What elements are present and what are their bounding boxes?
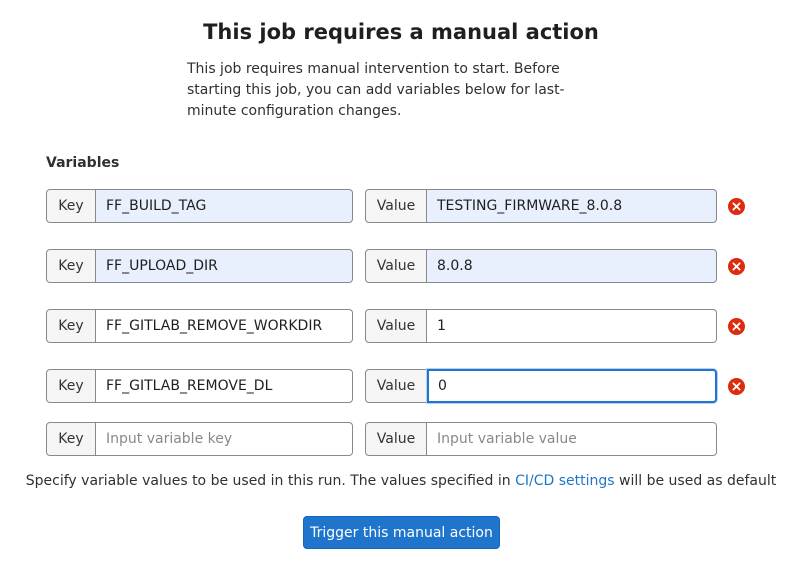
new-variable-key-input[interactable] [96, 422, 353, 456]
variable-key-input[interactable] [96, 189, 353, 223]
remove-variable-button[interactable] [728, 378, 745, 395]
key-label: Key [46, 249, 96, 283]
key-input-group: Key [46, 309, 353, 343]
close-icon [732, 322, 741, 331]
key-label: Key [46, 369, 96, 403]
variables-heading: Variables [46, 155, 120, 171]
variable-key-input[interactable] [96, 309, 353, 343]
variable-row: Key Value [46, 189, 756, 223]
value-label: Value [365, 249, 427, 283]
close-icon [732, 382, 741, 391]
help-text-suffix: will be used as default [614, 473, 777, 489]
variable-value-input[interactable] [427, 309, 717, 343]
variable-row: Key Value [46, 309, 756, 343]
help-text: Specify variable values to be used in th… [0, 473, 791, 489]
variable-value-input[interactable] [427, 369, 717, 403]
intro-text: This job requires manual intervention to… [187, 61, 565, 119]
value-input-group: Value [365, 422, 717, 456]
key-input-group: Key [46, 249, 353, 283]
variable-row: Key Value [46, 369, 756, 403]
value-label: Value [365, 422, 427, 456]
key-label: Key [46, 309, 96, 343]
ci-cd-settings-link[interactable]: CI/CD settings [515, 473, 614, 489]
variable-key-input[interactable] [96, 369, 353, 403]
value-input-group: Value [365, 309, 717, 343]
key-input-group: Key [46, 189, 353, 223]
value-input-group: Value [365, 189, 717, 223]
key-label: Key [46, 189, 96, 223]
key-input-group: Key [46, 369, 353, 403]
variable-key-input[interactable] [96, 249, 353, 283]
new-variable-value-input[interactable] [427, 422, 717, 456]
page-title: This job requires a manual action [203, 20, 599, 44]
key-input-group: Key [46, 422, 353, 456]
remove-variable-button[interactable] [728, 318, 745, 335]
trigger-manual-action-button[interactable]: Trigger this manual action [303, 516, 500, 549]
value-label: Value [365, 309, 427, 343]
close-icon [732, 202, 741, 211]
value-input-group: Value [365, 369, 717, 403]
variable-row: Key Value [46, 249, 756, 283]
help-text-prefix: Specify variable values to be used in th… [25, 473, 516, 489]
value-label: Value [365, 369, 427, 403]
value-input-group: Value [365, 249, 717, 283]
new-variable-row: Key Value [46, 422, 756, 456]
remove-variable-button[interactable] [728, 258, 745, 275]
key-label: Key [46, 422, 96, 456]
remove-variable-button[interactable] [728, 198, 745, 215]
variable-value-input[interactable] [427, 189, 717, 223]
value-label: Value [365, 189, 427, 223]
variable-value-input[interactable] [427, 249, 717, 283]
close-icon [732, 262, 741, 271]
